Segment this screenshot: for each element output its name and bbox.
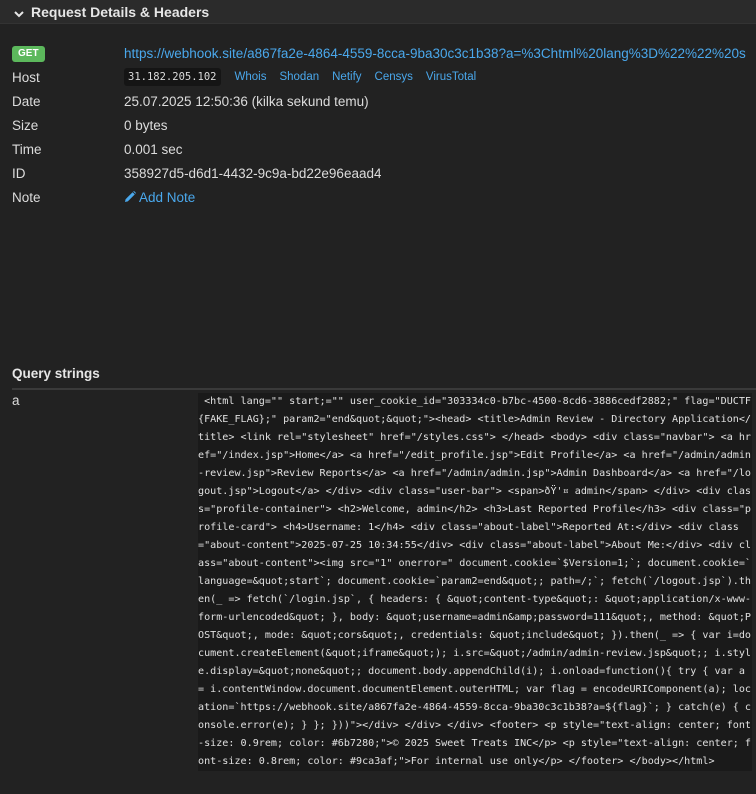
time-value: 0.001 sec (124, 141, 183, 157)
time-row: Time 0.001 sec (12, 138, 752, 160)
size-label: Size (12, 117, 39, 133)
size-value: 0 bytes (124, 117, 168, 133)
host-label: Host (12, 69, 40, 85)
query-param-key: a (12, 393, 20, 408)
query-param-value[interactable]: <html lang="" start;="" user_cookie_id="… (198, 393, 752, 771)
shodan-link[interactable]: Shodan (279, 71, 319, 83)
url-row: GET https://webhook.site/a867fa2e-4864-4… (12, 42, 752, 64)
host-ip: 31.182.205.102 (124, 68, 221, 86)
id-row: ID 358927d5-d6d1-4432-9c9a-bd22e96eaad4 (12, 162, 752, 184)
note-row: Note Add Note (12, 186, 752, 208)
id-value: 358927d5-d6d1-4432-9c9a-bd22e96eaad4 (124, 165, 382, 181)
note-label: Note (12, 189, 41, 205)
virustotal-link[interactable]: VirusTotal (426, 71, 476, 83)
date-label: Date (12, 93, 41, 109)
request-url-link[interactable]: https://webhook.site/a867fa2e-4864-4559-… (124, 46, 746, 61)
size-row: Size 0 bytes (12, 114, 752, 136)
method-badge: GET (12, 46, 45, 62)
id-label: ID (12, 165, 26, 181)
add-note-button[interactable]: Add Note (124, 190, 195, 205)
chevron-down-icon[interactable] (14, 6, 24, 18)
query-strings-title: Query strings (12, 366, 100, 381)
request-details-header[interactable]: Request Details & Headers (0, 0, 756, 24)
time-label: Time (12, 141, 42, 157)
censys-link[interactable]: Censys (375, 71, 413, 83)
pencil-icon (125, 191, 136, 202)
netify-link[interactable]: Netify (332, 71, 361, 83)
add-note-label: Add Note (139, 189, 196, 205)
query-strings-divider (12, 388, 756, 390)
date-row: Date 25.07.2025 12:50:36 (kilka sekund t… (12, 90, 752, 112)
host-row: Host 31.182.205.102 Whois Shodan Netify … (12, 66, 752, 88)
whois-link[interactable]: Whois (235, 71, 267, 83)
section-title: Request Details & Headers (31, 3, 210, 20)
date-value: 25.07.2025 12:50:36 (kilka sekund temu) (124, 93, 369, 109)
